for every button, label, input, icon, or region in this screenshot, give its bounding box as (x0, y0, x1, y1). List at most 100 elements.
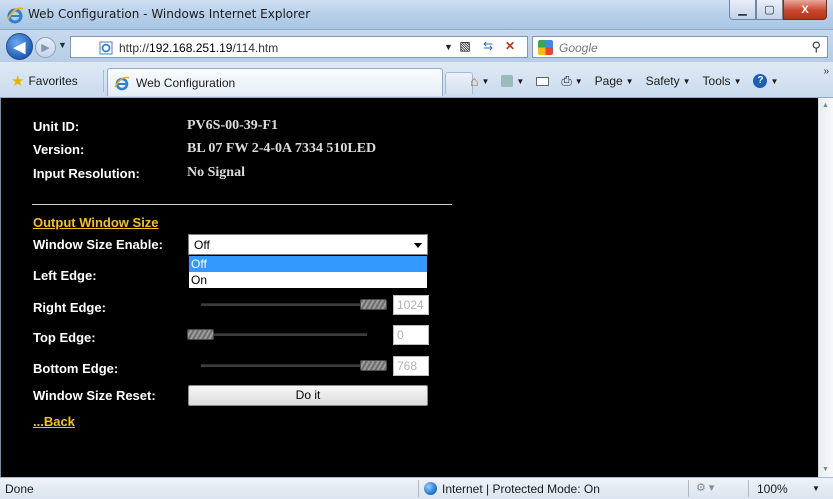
forward-button[interactable]: ▶ (35, 37, 56, 58)
page-menu[interactable]: Page ▼ (595, 74, 634, 88)
window-controls: ▁ ▢ X (729, 0, 827, 22)
right-edge-value[interactable]: 1024 (393, 295, 429, 315)
url-host: 192.168.251.19 (149, 41, 233, 55)
scroll-down-icon[interactable]: ▼ (822, 466, 829, 473)
tab-label: Web Configuration (136, 76, 236, 90)
unit-id-label: Unit ID: (33, 119, 80, 134)
compatibility-view-icon[interactable]: ▧ (456, 39, 474, 55)
bottom-edge-value[interactable]: 768 (393, 356, 429, 376)
zoom-dropdown-icon[interactable]: ▼ (812, 484, 820, 493)
navigation-bar: ◀ ▶ ▼ http://192.168.251.19/114.htm ▼ ▧ … (0, 30, 833, 62)
page-icon (99, 41, 113, 55)
search-input[interactable]: Google (559, 41, 598, 55)
separator (418, 480, 419, 497)
favorites-bar: ★ Favorites Web Configuration ⌂ ▼ ▼ ⎙ ▼ Pa… (0, 62, 833, 98)
top-edge-slider-track[interactable] (201, 333, 367, 336)
output-window-size-link[interactable]: Output Window Size (33, 215, 159, 230)
chevron-down-icon: ▼ (682, 76, 691, 86)
chevron-down-icon: ▼ (625, 76, 634, 86)
divider (32, 204, 452, 205)
search-box[interactable]: Google ⚲ (532, 36, 828, 58)
top-edge-slider-handle[interactable] (187, 329, 214, 340)
separator (103, 70, 104, 92)
mail-icon (536, 76, 550, 86)
address-bar[interactable]: http://192.168.251.19/114.htm ▼ ▧ ⇆ ✕ (70, 36, 528, 58)
window-title: Web Configuration - Windows Internet Exp… (28, 7, 311, 21)
back-button[interactable]: ◀ (6, 33, 33, 60)
help-button[interactable]: ? ▼ (753, 74, 778, 88)
chevron-down-icon: ▼ (481, 76, 490, 86)
close-button[interactable]: X (783, 0, 827, 20)
recent-pages-dropdown-icon[interactable]: ▼ (58, 40, 67, 50)
top-edge-label: Top Edge: (33, 330, 96, 345)
stop-icon[interactable]: ✕ (501, 39, 519, 55)
refresh-icon[interactable]: ⇆ (479, 39, 497, 55)
window-size-enable-label: Window Size Enable: (33, 237, 163, 252)
input-resolution-label: Input Resolution: (33, 166, 140, 181)
feeds-button[interactable]: ▼ (501, 75, 524, 87)
chevron-down-icon: ▼ (516, 76, 525, 86)
globe-icon (424, 482, 437, 495)
new-tab-button[interactable] (445, 72, 473, 94)
do-it-button[interactable]: Do it (188, 385, 428, 406)
page-menu-label: Page (594, 74, 623, 88)
tab-web-configuration[interactable]: Web Configuration (107, 68, 443, 96)
right-edge-slider-handle[interactable] (360, 299, 387, 310)
option-on[interactable]: On (189, 272, 427, 288)
url-path: /114.htm (232, 41, 279, 55)
window-size-enable-options: Off On (188, 255, 428, 289)
feed-icon (501, 75, 514, 87)
settings-icon[interactable]: ⚙ ▾ (696, 481, 714, 494)
tools-menu-label: Tools (702, 74, 731, 88)
help-icon: ? (753, 74, 768, 88)
tools-menu[interactable]: Tools ▼ (703, 74, 742, 88)
chevron-down-icon: ▼ (733, 76, 742, 86)
separator (688, 480, 689, 497)
status-bar: Done Internet | Protected Mode: On ⚙ ▾ 1… (0, 477, 833, 499)
home-icon: ⌂ (470, 73, 479, 89)
command-bar: ⌂ ▼ ▼ ⎙ ▼ Page ▼ Safety ▼ Tools ▼ ? ▼ (470, 70, 790, 92)
window-size-enable-select[interactable]: Off (188, 234, 428, 255)
title-bar: Web Configuration - Windows Internet Exp… (0, 0, 833, 30)
print-button[interactable]: ⎙ ▼ (561, 73, 582, 89)
url-prefix: http:// (119, 41, 150, 55)
safety-menu[interactable]: Safety ▼ (646, 74, 691, 88)
ie-tab-icon (114, 76, 130, 91)
safety-menu-label: Safety (645, 74, 680, 88)
star-icon: ★ (11, 73, 25, 90)
bottom-edge-label: Bottom Edge: (33, 361, 119, 376)
version-label: Version: (33, 142, 85, 157)
back-link[interactable]: ...Back (33, 414, 75, 429)
google-icon (538, 40, 553, 55)
zoom-level[interactable]: 100% (757, 482, 788, 496)
home-button[interactable]: ⌂ ▼ (470, 73, 489, 89)
right-edge-label: Right Edge: (33, 300, 106, 315)
more-commands-icon[interactable]: » (823, 66, 829, 77)
vertical-scrollbar[interactable]: ▲ ▼ (818, 98, 833, 477)
unit-id-value: PV6S-00-39-F1 (187, 118, 278, 133)
minimize-button[interactable]: ▁ (729, 0, 756, 20)
address-url[interactable]: http://192.168.251.19/114.htm (119, 41, 278, 55)
left-edge-label: Left Edge: (33, 268, 97, 283)
chevron-down-icon: ▼ (574, 76, 583, 86)
top-edge-value[interactable]: 0 (393, 325, 429, 345)
favorites-label: Favorites (28, 74, 78, 88)
page-content: Unit ID: PV6S-00-39-F1 Version: BL 07 FW… (0, 98, 818, 477)
option-off[interactable]: Off (189, 256, 427, 272)
maximize-button[interactable]: ▢ (756, 0, 783, 20)
security-zone[interactable]: Internet | Protected Mode: On (442, 482, 600, 496)
select-value: Off (194, 238, 210, 252)
ie-logo-icon (7, 7, 24, 24)
separator (748, 480, 749, 497)
window-size-reset-label: Window Size Reset: (33, 388, 156, 403)
bottom-edge-slider-handle[interactable] (360, 360, 387, 371)
printer-icon: ⎙ (561, 73, 572, 88)
mail-button[interactable] (536, 76, 550, 86)
scroll-up-icon[interactable]: ▲ (822, 102, 829, 109)
search-icon[interactable]: ⚲ (811, 39, 821, 55)
version-value: BL 07 FW 2-4-0A 7334 510LED (187, 141, 377, 156)
favorites-button[interactable]: ★ Favorites (5, 70, 84, 92)
chevron-down-icon: ▼ (770, 76, 779, 86)
address-dropdown-icon[interactable]: ▼ (444, 42, 453, 52)
input-resolution-value: No Signal (187, 165, 245, 180)
